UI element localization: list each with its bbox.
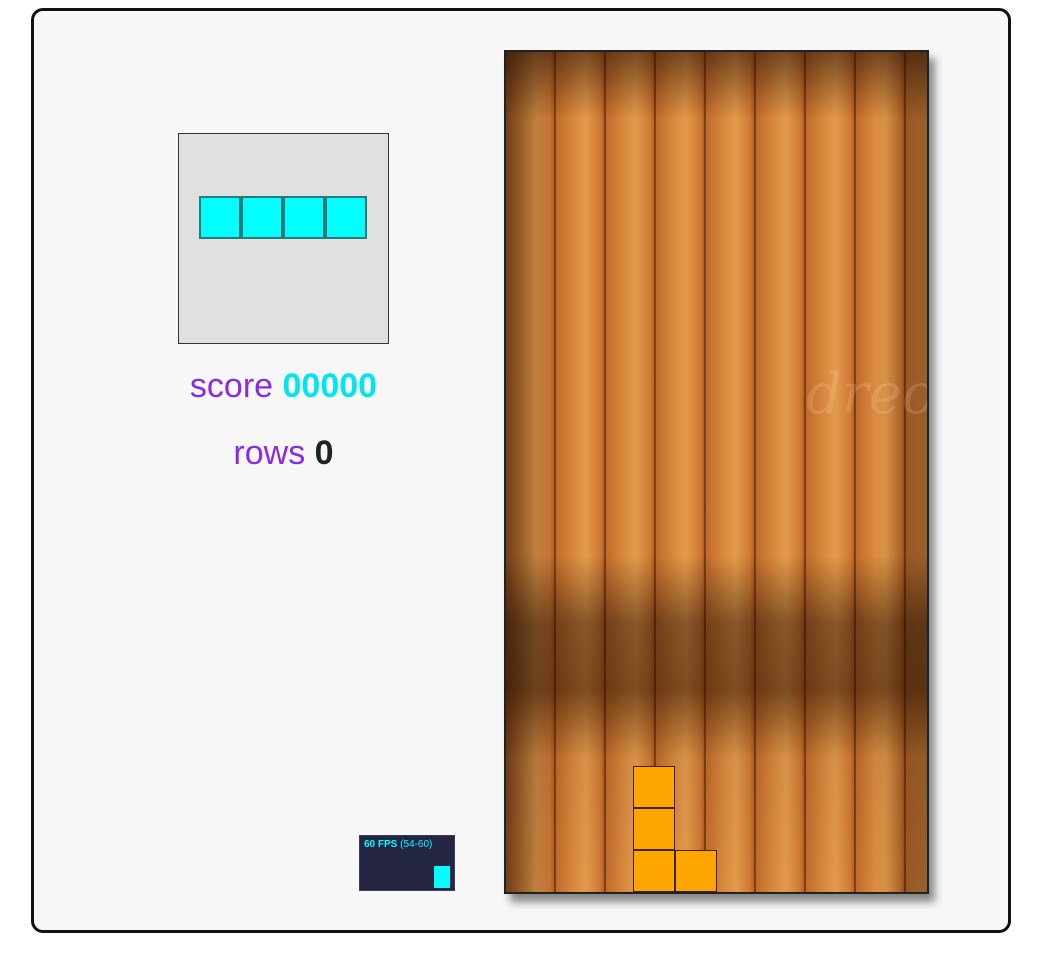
- score-display: score 00000: [178, 366, 389, 406]
- next-piece-block: [241, 196, 283, 239]
- next-piece-block: [283, 196, 325, 239]
- next-piece-block: [325, 196, 367, 239]
- locked-block: [633, 850, 675, 892]
- rows-value: 0: [314, 434, 334, 472]
- fps-range: (54-60): [400, 839, 433, 850]
- next-piece-preview: [178, 133, 389, 344]
- locked-block: [633, 808, 675, 850]
- fps-bar: [434, 866, 450, 888]
- fps-readout: 60 FPS (54-60): [364, 838, 432, 851]
- fps-value: 60 FPS: [364, 839, 398, 850]
- board-watermark: dreo: [806, 362, 929, 427]
- score-value: 00000: [282, 367, 378, 405]
- fps-graph: [364, 854, 450, 888]
- rows-display: rows 0: [178, 433, 389, 473]
- next-piece-block: [199, 196, 241, 239]
- rows-label: rows: [233, 434, 306, 472]
- locked-block: [675, 850, 717, 892]
- game-board[interactable]: dreo: [504, 50, 929, 894]
- fps-meter[interactable]: 60 FPS (54-60): [359, 835, 455, 891]
- score-label: score: [189, 367, 274, 405]
- locked-block: [633, 766, 675, 808]
